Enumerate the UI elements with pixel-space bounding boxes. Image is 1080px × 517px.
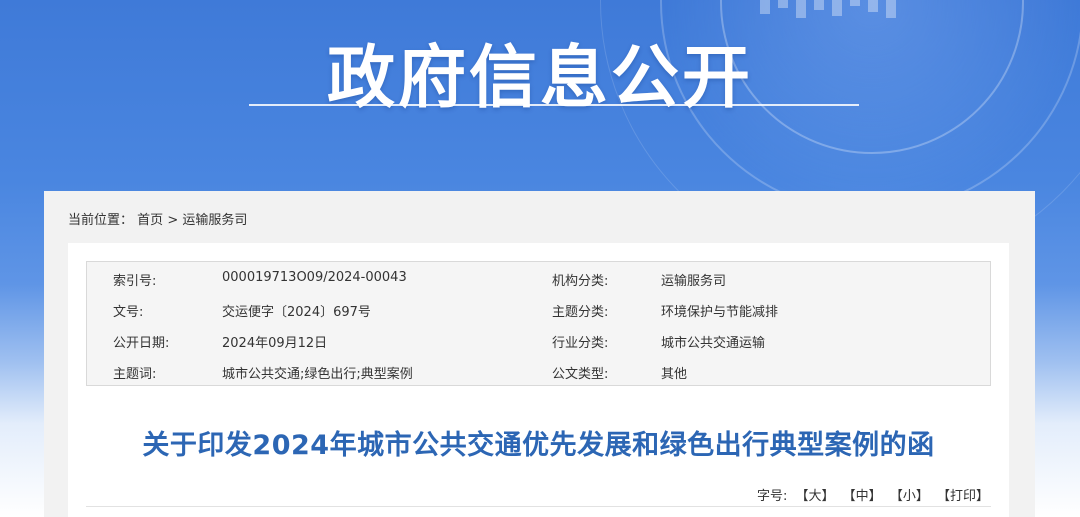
font-size-small-button[interactable]: 【小】 <box>890 489 929 504</box>
metadata-key: 行业分类: <box>552 336 609 351</box>
metadata-value: 环境保护与节能减排 <box>661 305 779 320</box>
decorative-skyline <box>760 0 960 20</box>
document-metadata-table: 索引号: 000019713O09/2024-00043 机构分类: 运输服务司… <box>86 261 991 386</box>
metadata-key: 机构分类: <box>552 274 609 289</box>
metadata-row: 主题词: 城市公共交通;绿色出行;典型案例 公文类型: 其他 <box>87 355 992 386</box>
metadata-row: 公开日期: 2024年09月12日 行业分类: 城市公共交通运输 <box>87 324 992 355</box>
font-size-large-button[interactable]: 【大】 <box>796 489 835 504</box>
metadata-key: 公开日期: <box>113 336 170 351</box>
font-size-medium-button[interactable]: 【中】 <box>843 489 882 504</box>
content-area: 索引号: 000019713O09/2024-00043 机构分类: 运输服务司… <box>68 243 1009 517</box>
main-panel: 当前位置： 首页 > 运输服务司 索引号: 000019713O09/2024-… <box>44 191 1035 517</box>
print-button[interactable]: 【打印】 <box>937 489 989 504</box>
breadcrumb-current-link[interactable]: 运输服务司 <box>182 213 247 228</box>
font-size-label: 字号: <box>756 489 788 504</box>
breadcrumb-separator: > <box>167 213 179 228</box>
metadata-value: 2024年09月12日 <box>222 336 328 351</box>
font-size-toolbar: 字号: 【大】 【中】 【小】 【打印】 <box>757 485 989 504</box>
metadata-value: 000019713O09/2024-00043 <box>222 270 407 285</box>
metadata-row: 索引号: 000019713O09/2024-00043 机构分类: 运输服务司 <box>87 262 992 293</box>
banner-underline <box>249 104 859 106</box>
banner-title: 政府信息公开 <box>326 39 753 118</box>
metadata-value: 城市公共交通;绿色出行;典型案例 <box>222 367 413 382</box>
metadata-value: 交运便字〔2024〕697号 <box>222 305 371 320</box>
breadcrumb-prefix: 当前位置： <box>68 213 134 228</box>
metadata-key: 主题词: <box>113 367 157 382</box>
metadata-key: 索引号: <box>113 274 157 289</box>
metadata-key: 文号: <box>113 305 144 320</box>
metadata-value: 城市公共交通运输 <box>661 336 766 351</box>
breadcrumb: 当前位置： 首页 > 运输服务司 <box>68 209 247 228</box>
breadcrumb-home-link[interactable]: 首页 <box>137 213 163 228</box>
metadata-row: 文号: 交运便字〔2024〕697号 主题分类: 环境保护与节能减排 <box>87 293 992 324</box>
divider <box>86 506 991 507</box>
metadata-value: 运输服务司 <box>661 274 727 289</box>
metadata-key: 主题分类: <box>552 305 609 320</box>
document-title: 关于印发2024年城市公共交通优先发展和绿色出行典型案例的函 <box>142 430 935 461</box>
metadata-key: 公文类型: <box>552 367 609 382</box>
metadata-value: 其他 <box>661 367 688 382</box>
